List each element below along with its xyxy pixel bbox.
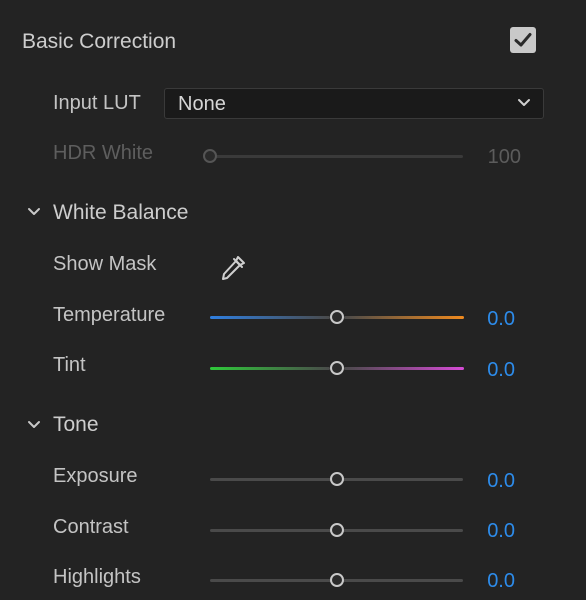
checkmark-icon (514, 33, 532, 47)
temperature-slider-track-cool[interactable] (210, 316, 330, 319)
chevron-down-icon[interactable] (27, 207, 41, 217)
chevron-down-icon[interactable] (27, 420, 41, 430)
temperature-label: Temperature (53, 304, 166, 326)
section-title-basic-correction: Basic Correction (22, 30, 177, 53)
tint-slider-thumb[interactable] (329, 361, 344, 375)
exposure-slider-thumb[interactable] (329, 472, 344, 486)
tint-label: Tint (53, 354, 86, 376)
temperature-slider-thumb[interactable] (329, 310, 344, 324)
tint-value[interactable]: 0.0 (455, 357, 515, 383)
highlights-slider-thumb[interactable] (329, 573, 344, 587)
temperature-value[interactable]: 0.0 (455, 306, 515, 332)
hdr-white-value[interactable]: 100 (461, 144, 521, 170)
tint-slider-track-green[interactable] (210, 367, 330, 370)
input-lut-label: Input LUT (53, 92, 141, 114)
basic-correction-panel: Basic Correction Input LUT None HDR Whit… (0, 0, 586, 600)
section-title-white-balance[interactable]: White Balance (53, 200, 188, 226)
basic-correction-enable-checkbox[interactable] (510, 27, 536, 53)
tint-slider-track-magenta[interactable] (344, 367, 464, 370)
highlights-label: Highlights (53, 566, 141, 588)
exposure-value[interactable]: 0.0 (455, 468, 515, 494)
input-lut-selected-value: None (178, 93, 226, 115)
highlights-value[interactable]: 0.0 (455, 568, 515, 594)
section-title-tone[interactable]: Tone (53, 412, 99, 438)
contrast-slider-thumb[interactable] (329, 523, 344, 537)
eyedropper-icon[interactable] (218, 253, 248, 283)
hdr-white-label: HDR White (53, 142, 154, 164)
exposure-label: Exposure (53, 465, 138, 487)
temperature-slider-track-warm[interactable] (344, 316, 464, 319)
input-lut-dropdown[interactable]: None (164, 88, 544, 119)
hdr-white-slider-track[interactable] (210, 155, 463, 158)
show-mask-label: Show Mask (53, 253, 157, 275)
chevron-down-icon (517, 98, 531, 108)
hdr-white-slider-thumb[interactable] (203, 149, 217, 163)
contrast-label: Contrast (53, 516, 129, 538)
contrast-value[interactable]: 0.0 (455, 518, 515, 544)
